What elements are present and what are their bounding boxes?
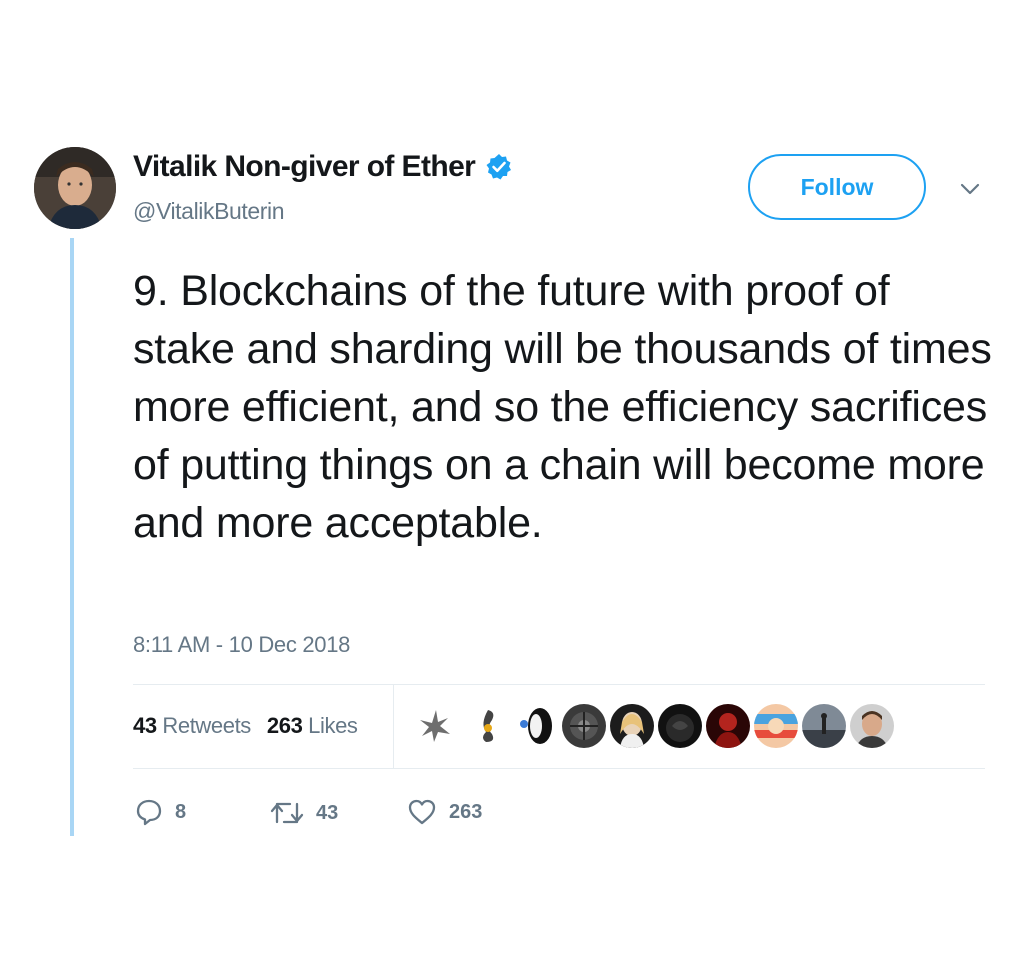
tweet-text: 9. Blockchains of the future with proof … (133, 267, 992, 547)
retweet-count: 43 (316, 801, 339, 824)
likes-label: Likes (308, 713, 358, 738)
heart-icon (408, 799, 436, 825)
verified-badge-icon (486, 154, 512, 180)
reply-button[interactable]: 8 (135, 798, 186, 826)
author-handle[interactable]: @VitalikButerin (133, 198, 285, 225)
retweets-stat[interactable]: 43 Retweets (133, 713, 251, 738)
liker-avatar[interactable] (562, 704, 606, 748)
chevron-down-icon[interactable] (958, 180, 982, 198)
like-button[interactable]: 263 (407, 798, 482, 826)
liker-avatar[interactable] (706, 704, 750, 748)
tweet-stats: 43 Retweets 263 Likes (133, 713, 358, 739)
liker-avatar[interactable] (514, 704, 558, 748)
author-name-row[interactable]: Vitalik Non-giver of Ether (133, 150, 513, 184)
divider (133, 684, 985, 685)
liker-avatar[interactable] (802, 704, 846, 748)
likes-count: 263 (266, 713, 303, 738)
thread-line (70, 238, 74, 836)
retweets-label: Retweets (162, 713, 251, 738)
liker-avatar[interactable] (414, 704, 458, 748)
retweet-button[interactable]: 43 (270, 800, 338, 826)
liker-avatar[interactable] (754, 704, 798, 748)
liker-avatar[interactable] (610, 704, 654, 748)
tweet-timestamp[interactable]: 8:11 AM - 10 Dec 2018 (133, 632, 350, 658)
stats-divider (393, 685, 394, 768)
display-name[interactable]: Vitalik Non-giver of Ether (133, 150, 476, 184)
retweets-count: 43 (133, 713, 157, 738)
likes-stat[interactable]: 263 Likes (267, 713, 358, 738)
like-count: 263 (449, 800, 483, 823)
reply-count: 8 (175, 800, 187, 823)
reply-icon (136, 799, 162, 826)
retweet-icon (270, 802, 304, 824)
divider (133, 768, 985, 769)
liker-avatar[interactable] (850, 704, 894, 748)
liker-avatar[interactable] (658, 704, 702, 748)
follow-button[interactable]: Follow (748, 154, 926, 220)
liker-avatar[interactable] (466, 704, 510, 748)
avatar[interactable] (34, 147, 116, 229)
avatar-photo (34, 147, 116, 229)
